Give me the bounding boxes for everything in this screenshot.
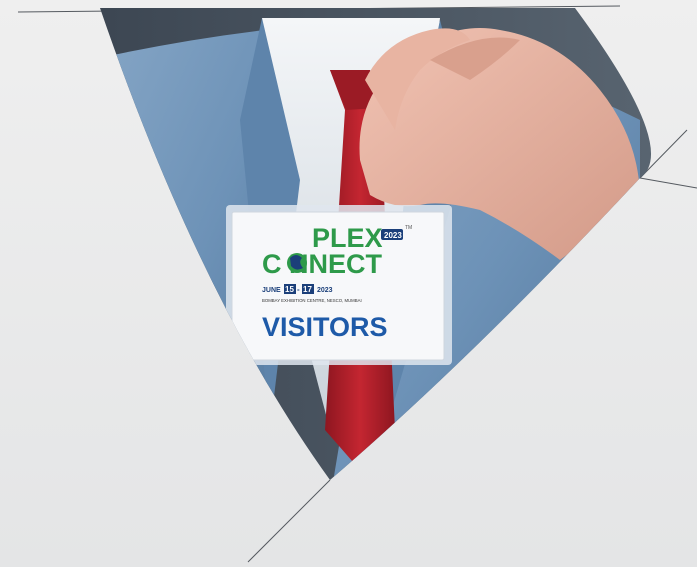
badge-trademark: TM: [405, 225, 412, 231]
hero-illustration: PLEX 2023 TM C NNECT JUNE 15 - 17 2023 B…: [17, 5, 697, 563]
bottom-diagonal-line: [247, 479, 331, 563]
globe-icon: [287, 253, 307, 273]
badge-venue: BOMBAY EXHIBITION CENTRE, NESCO, MUMBAI: [262, 298, 362, 303]
badge-brand-bottom: C NNECT: [262, 249, 383, 279]
badge-date-year: 2023: [317, 287, 333, 294]
badge-role: VISITORS: [262, 312, 388, 342]
badge-date-prefix: JUNE: [262, 287, 281, 294]
badge-date-end: 17: [303, 285, 312, 294]
badge-date-sep: -: [297, 285, 300, 294]
badge-year-tag: 2023: [384, 231, 402, 240]
photo-leaf: PLEX 2023 TM C NNECT JUNE 15 - 17 2023 B…: [100, 8, 652, 480]
right-rule-line: [639, 177, 697, 189]
badge-date-start: 15: [285, 285, 294, 294]
page: PLEX 2023 TM C NNECT JUNE 15 - 17 2023 B…: [0, 0, 697, 567]
